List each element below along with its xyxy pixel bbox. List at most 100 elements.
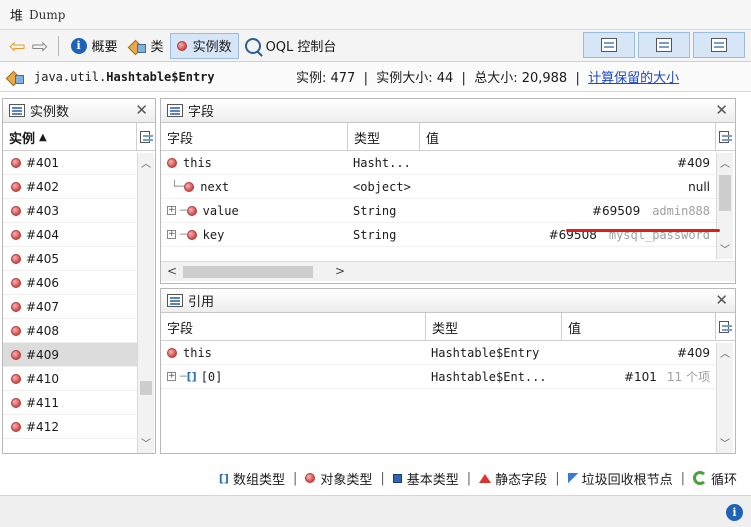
view-toggle-2[interactable] bbox=[638, 32, 690, 58]
instance-list-item[interactable]: #411 bbox=[3, 391, 137, 415]
instance-dot-icon bbox=[11, 397, 21, 408]
object-field-icon bbox=[184, 181, 195, 192]
instance-id: #406 bbox=[26, 275, 59, 290]
field-row[interactable]: + ─ value String #69509 admin888 bbox=[161, 199, 716, 223]
field-type: String bbox=[353, 203, 397, 218]
close-icon[interactable]: ✕ bbox=[715, 291, 728, 309]
legend-sep: | bbox=[380, 470, 385, 486]
column-chooser[interactable] bbox=[716, 313, 734, 341]
scroll-down-icon[interactable]: ﹀ bbox=[717, 241, 733, 257]
refs-col-value[interactable]: 值 bbox=[562, 313, 716, 341]
legend-sep: | bbox=[292, 470, 298, 486]
instance-list-item[interactable]: #408 bbox=[3, 319, 137, 343]
references-column-header: 字段 类型 值 bbox=[161, 313, 735, 341]
instance-list-item[interactable]: #410 bbox=[3, 367, 137, 391]
fields-col-value[interactable]: 值 bbox=[420, 123, 716, 151]
references-vscrollbar[interactable]: ︿ ﹀ bbox=[716, 343, 733, 453]
ref-value-preview: 11 个项 bbox=[666, 370, 710, 384]
field-name: key bbox=[202, 227, 225, 242]
instances-column[interactable]: 实例 ▲ bbox=[3, 123, 137, 151]
field-row[interactable]: this Hasht... #409 bbox=[161, 151, 716, 175]
references-panel-title: 引用 bbox=[188, 295, 215, 310]
compute-retained-size-link[interactable]: 计算保留的大小 bbox=[588, 71, 679, 86]
field-row[interactable]: + ─ key String #69508 mysql_password bbox=[161, 223, 716, 247]
field-value: #409 bbox=[677, 155, 710, 170]
forward-arrow-icon[interactable]: ⇨ bbox=[29, 36, 52, 56]
class-package: java.util. bbox=[34, 69, 107, 84]
scroll-down-icon[interactable]: ﹀ bbox=[138, 435, 154, 451]
instance-list-item[interactable]: #401 bbox=[3, 151, 137, 175]
scroll-thumb[interactable] bbox=[140, 381, 152, 395]
close-icon[interactable]: ✕ bbox=[135, 101, 148, 119]
instance-list-item[interactable]: #406 bbox=[3, 271, 137, 295]
fields-col-type[interactable]: 类型 bbox=[348, 123, 420, 151]
class-info-bar: java.util.Hashtable$Entry 实例: 477 | 实例大小… bbox=[0, 62, 751, 92]
class-icon bbox=[8, 70, 24, 84]
view-toggle-3[interactable] bbox=[693, 32, 745, 58]
scroll-left-icon[interactable]: < bbox=[167, 264, 177, 278]
fields-column-header: 字段 类型 值 bbox=[161, 123, 735, 151]
instances-scrollbar[interactable]: ︿ ﹀ bbox=[137, 153, 154, 453]
instances-column-header[interactable]: 实例 ▲ bbox=[3, 123, 155, 151]
scroll-up-icon[interactable]: ︿ bbox=[717, 345, 733, 361]
highlight-underline bbox=[566, 229, 720, 232]
ref-field-name: this bbox=[183, 345, 212, 360]
reference-row[interactable]: + ─[] [0] Hashtable$Ent... #101 11 个项 bbox=[161, 365, 716, 389]
expand-icon[interactable]: + bbox=[167, 206, 176, 215]
column-chooser[interactable] bbox=[137, 123, 155, 151]
instance-list-item[interactable]: #412 bbox=[3, 415, 137, 439]
references-panel-header: 引用 ✕ bbox=[161, 289, 735, 313]
array-type-icon: [] bbox=[218, 471, 229, 485]
fields-view-icon bbox=[656, 38, 672, 52]
column-chooser[interactable] bbox=[716, 123, 734, 151]
field-row[interactable]: └─ next <object> null bbox=[161, 175, 716, 199]
view-toggle-1[interactable] bbox=[583, 32, 635, 58]
back-arrow-icon[interactable]: ⇦ bbox=[6, 36, 29, 56]
instances-list: #401 #402 #403 #404 #405 #406 #407 #408 #409 #410… bbox=[3, 151, 137, 439]
window-title-bar: 堆 Dump bbox=[0, 0, 751, 30]
oql-console-button[interactable]: OQL 控制台 bbox=[239, 33, 343, 59]
scroll-down-icon[interactable]: ﹀ bbox=[717, 435, 733, 451]
instances-panel-icon bbox=[9, 104, 25, 117]
reference-row[interactable]: this Hashtable$Entry #409 bbox=[161, 341, 716, 365]
summary-button[interactable]: i 概要 bbox=[65, 33, 124, 59]
close-icon[interactable]: ✕ bbox=[715, 101, 728, 119]
view-toggle-group bbox=[580, 32, 745, 58]
object-type-icon bbox=[305, 473, 316, 483]
instance-dot-icon bbox=[11, 205, 21, 216]
scroll-right-icon[interactable]: > bbox=[335, 264, 345, 278]
scroll-thumb[interactable] bbox=[719, 175, 731, 211]
fields-vscrollbar[interactable]: ︿ ﹀ bbox=[716, 153, 733, 259]
instance-id: #402 bbox=[26, 179, 59, 194]
expand-icon[interactable]: + bbox=[167, 230, 176, 239]
scroll-up-icon[interactable]: ︿ bbox=[138, 155, 154, 171]
instance-list-item[interactable]: #407 bbox=[3, 295, 137, 319]
fields-panel-icon bbox=[167, 104, 183, 117]
column-chooser-icon bbox=[719, 321, 732, 333]
instances-panel: 实例数 ✕ 实例 ▲ #401 #402 #403 #404 #405 #406 #407 #… bbox=[2, 98, 156, 454]
field-name: this bbox=[183, 155, 212, 170]
object-field-icon bbox=[167, 347, 177, 358]
classes-button[interactable]: 类 bbox=[124, 33, 170, 59]
column-chooser-icon bbox=[140, 131, 153, 143]
status-info-icon[interactable]: i bbox=[726, 504, 743, 521]
expand-icon[interactable]: + bbox=[167, 372, 176, 381]
instances-button[interactable]: 实例数 bbox=[169, 32, 239, 59]
instance-list-item[interactable]: #402 bbox=[3, 175, 137, 199]
field-type: <object> bbox=[353, 179, 411, 194]
instance-list-item[interactable]: #404 bbox=[3, 223, 137, 247]
fields-hscrollbar[interactable]: < > bbox=[161, 261, 735, 281]
hscroll-thumb[interactable] bbox=[183, 266, 313, 278]
instance-list-item[interactable]: #405 bbox=[3, 247, 137, 271]
instance-id: #407 bbox=[26, 299, 59, 314]
stats-text: 实例: 477 | 实例大小: 44 | 总大小: 20,988 | bbox=[296, 71, 589, 86]
instance-list-item[interactable]: #403 bbox=[3, 199, 137, 223]
refs-col-type[interactable]: 类型 bbox=[426, 313, 562, 341]
legend-object-label: 对象类型 bbox=[320, 472, 373, 488]
fields-col-name[interactable]: 字段 bbox=[161, 123, 348, 151]
instance-list-item[interactable]: #409 bbox=[3, 343, 137, 367]
class-name: java.util.Hashtable$Entry bbox=[34, 70, 215, 84]
scroll-up-icon[interactable]: ︿ bbox=[717, 155, 733, 171]
refs-col-name[interactable]: 字段 bbox=[161, 313, 426, 341]
field-name: value bbox=[202, 203, 239, 218]
